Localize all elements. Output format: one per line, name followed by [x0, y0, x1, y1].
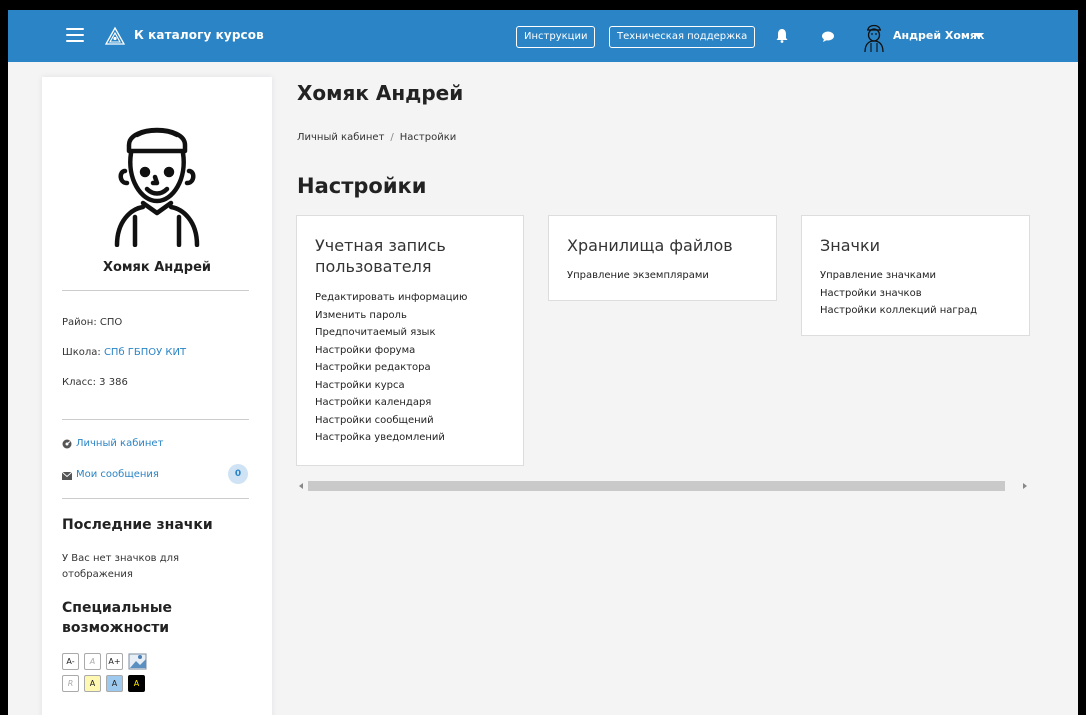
manage-instances-link[interactable]: Управление экземплярами: [567, 267, 709, 285]
profile-name: Хомяк Андрей: [102, 260, 212, 275]
file-storage-card: Хранилища файлов Управление экземплярами: [548, 215, 777, 301]
chat-icon[interactable]: [822, 31, 834, 42]
editor-settings-link[interactable]: Настройки редактора: [315, 359, 467, 377]
district-label: Район:: [62, 317, 97, 328]
scrollbar-thumb[interactable]: [308, 481, 1005, 491]
breadcrumb: Личный кабинет / Настройки: [297, 132, 456, 143]
font-increase-button[interactable]: A+: [106, 653, 123, 670]
catalog-link[interactable]: К каталогу курсов: [134, 28, 264, 42]
user-avatar-icon[interactable]: [862, 22, 886, 52]
instructions-button[interactable]: Инструкции: [516, 26, 596, 48]
card-title: Значки: [820, 236, 881, 255]
manage-badges-link[interactable]: Управление значками: [820, 267, 977, 285]
caret-down-icon[interactable]: [974, 33, 982, 38]
card-links: Управление экземплярами: [567, 267, 709, 285]
message-settings-link[interactable]: Настройки сообщений: [315, 412, 467, 430]
profile-sidebar: Хомяк Андрей Район: СПО Школа: СПб ГБПОУ…: [42, 77, 272, 715]
envelope-icon: [62, 471, 72, 480]
browser-frame: К каталогу курсов Инструкции Техническая…: [8, 10, 1078, 715]
logo-icon[interactable]: [104, 26, 126, 46]
badges-card: Значки Управление значками Настройки зна…: [801, 215, 1030, 336]
preferred-language-link[interactable]: Предпочитаемый язык: [315, 324, 467, 342]
dashboard-icon: [62, 439, 72, 449]
horizontal-scrollbar[interactable]: [297, 480, 1030, 492]
contrast-blue-button[interactable]: A: [106, 675, 123, 692]
badge-settings-link[interactable]: Настройки значков: [820, 285, 977, 303]
calendar-settings-link[interactable]: Настройки календаря: [315, 394, 467, 412]
contrast-black-button[interactable]: A: [128, 675, 145, 692]
notification-settings-link[interactable]: Настройка уведомлений: [315, 429, 467, 447]
image-toggle-icon[interactable]: [128, 651, 148, 671]
top-navbar: К каталогу курсов Инструкции Техническая…: [8, 10, 1078, 62]
accessibility-heading: Специальные возможности: [62, 600, 173, 636]
badges-empty-text: У Вас нет значков для отображения: [62, 553, 180, 580]
course-settings-link[interactable]: Настройки курса: [315, 377, 467, 395]
profile-avatar-icon: [114, 127, 200, 247]
contrast-yellow-button[interactable]: A: [84, 675, 101, 692]
badges-heading: Последние значки: [62, 517, 213, 533]
divider: [62, 498, 249, 499]
font-decrease-button[interactable]: A-: [62, 653, 79, 670]
divider: [62, 290, 249, 291]
breadcrumb-current: Настройки: [399, 132, 457, 143]
card-links: Редактировать информацию Изменить пароль…: [315, 289, 467, 447]
class-label: Класс:: [62, 377, 96, 388]
font-reset-button[interactable]: A: [84, 653, 101, 670]
class-value: 3 386: [99, 377, 128, 388]
contrast-reset-button[interactable]: R: [62, 675, 79, 692]
card-title: Учетная запись пользователя: [315, 236, 446, 276]
divider: [62, 419, 249, 420]
school-row: Школа: СПб ГБПОУ КИТ: [62, 347, 186, 358]
bell-icon[interactable]: [776, 28, 788, 43]
page-title: Настройки: [297, 174, 427, 198]
user-menu-name[interactable]: Андрей Хомяк: [893, 29, 984, 42]
school-label: Школа:: [62, 347, 101, 358]
change-password-link[interactable]: Изменить пароль: [315, 307, 467, 325]
nav-dashboard-link[interactable]: Личный кабинет: [76, 438, 163, 449]
support-button[interactable]: Техническая поддержка: [609, 26, 756, 48]
district-value: СПО: [99, 317, 123, 328]
card-title: Хранилища файлов: [567, 236, 733, 255]
nav-messages-link[interactable]: Мои сообщения: [76, 469, 159, 480]
district-row: Район: СПО: [62, 317, 122, 328]
breadcrumb-separator: /: [390, 132, 394, 143]
account-settings-card: Учетная запись пользователя Редактироват…: [296, 215, 524, 466]
card-links: Управление значками Настройки значков На…: [820, 267, 977, 320]
school-link[interactable]: СПб ГБПОУ КИТ: [104, 347, 186, 358]
badge-collections-link[interactable]: Настройки коллекций наград: [820, 302, 977, 320]
menu-icon[interactable]: [66, 28, 84, 42]
messages-count-badge: 0: [228, 464, 248, 484]
edit-profile-link[interactable]: Редактировать информацию: [315, 289, 467, 307]
scroll-right-icon[interactable]: [1023, 483, 1027, 489]
scroll-left-icon[interactable]: [299, 483, 303, 489]
forum-settings-link[interactable]: Настройки форума: [315, 342, 467, 360]
user-heading: Хомяк Андрей: [297, 81, 464, 105]
breadcrumb-dashboard-link[interactable]: Личный кабинет: [297, 132, 384, 143]
class-row: Класс: 3 386: [62, 377, 128, 388]
